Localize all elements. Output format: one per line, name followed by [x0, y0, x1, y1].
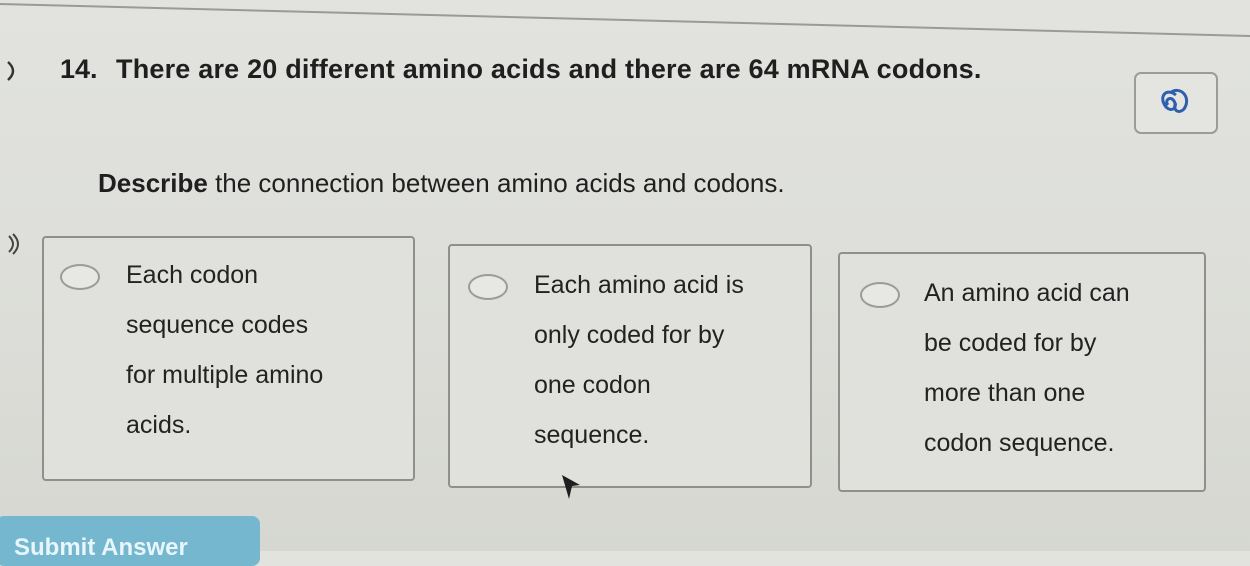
- hint-icon: [1161, 88, 1189, 113]
- submit-label: Submit Answer: [14, 534, 188, 561]
- answer-choice-1[interactable]: Each codon sequence codes for multiple a…: [42, 236, 415, 481]
- radio-button[interactable]: [60, 264, 100, 290]
- choice-text: An amino acid can be coded for by more t…: [924, 279, 1130, 457]
- question-text: There are 20 different amino acids and t…: [116, 54, 982, 84]
- answer-choice-2[interactable]: Each amino acid is only coded for by one…: [448, 244, 812, 488]
- question-number: 14.: [60, 54, 98, 84]
- submit-answer-button[interactable]: Submit Answer: [0, 516, 260, 566]
- prompt-text: the connection between amino acids and c…: [207, 168, 785, 198]
- choice-text: Each codon sequence codes for multiple a…: [126, 261, 324, 439]
- hint-button[interactable]: [1134, 72, 1218, 134]
- top-divider: [0, 3, 1250, 37]
- radio-button[interactable]: [468, 274, 508, 300]
- choice-text: Each amino acid is only coded for by one…: [534, 271, 744, 449]
- speaker-icon[interactable]: [6, 60, 24, 82]
- answer-choice-3[interactable]: An amino acid can be coded for by more t…: [838, 252, 1206, 492]
- prompt-emphasis: Describe: [98, 168, 208, 198]
- radio-button[interactable]: [860, 282, 900, 308]
- question-prompt: Describe the connection between amino ac…: [98, 168, 785, 199]
- mouse-cursor-icon: [562, 475, 580, 499]
- speaker-icon[interactable]: [6, 233, 24, 255]
